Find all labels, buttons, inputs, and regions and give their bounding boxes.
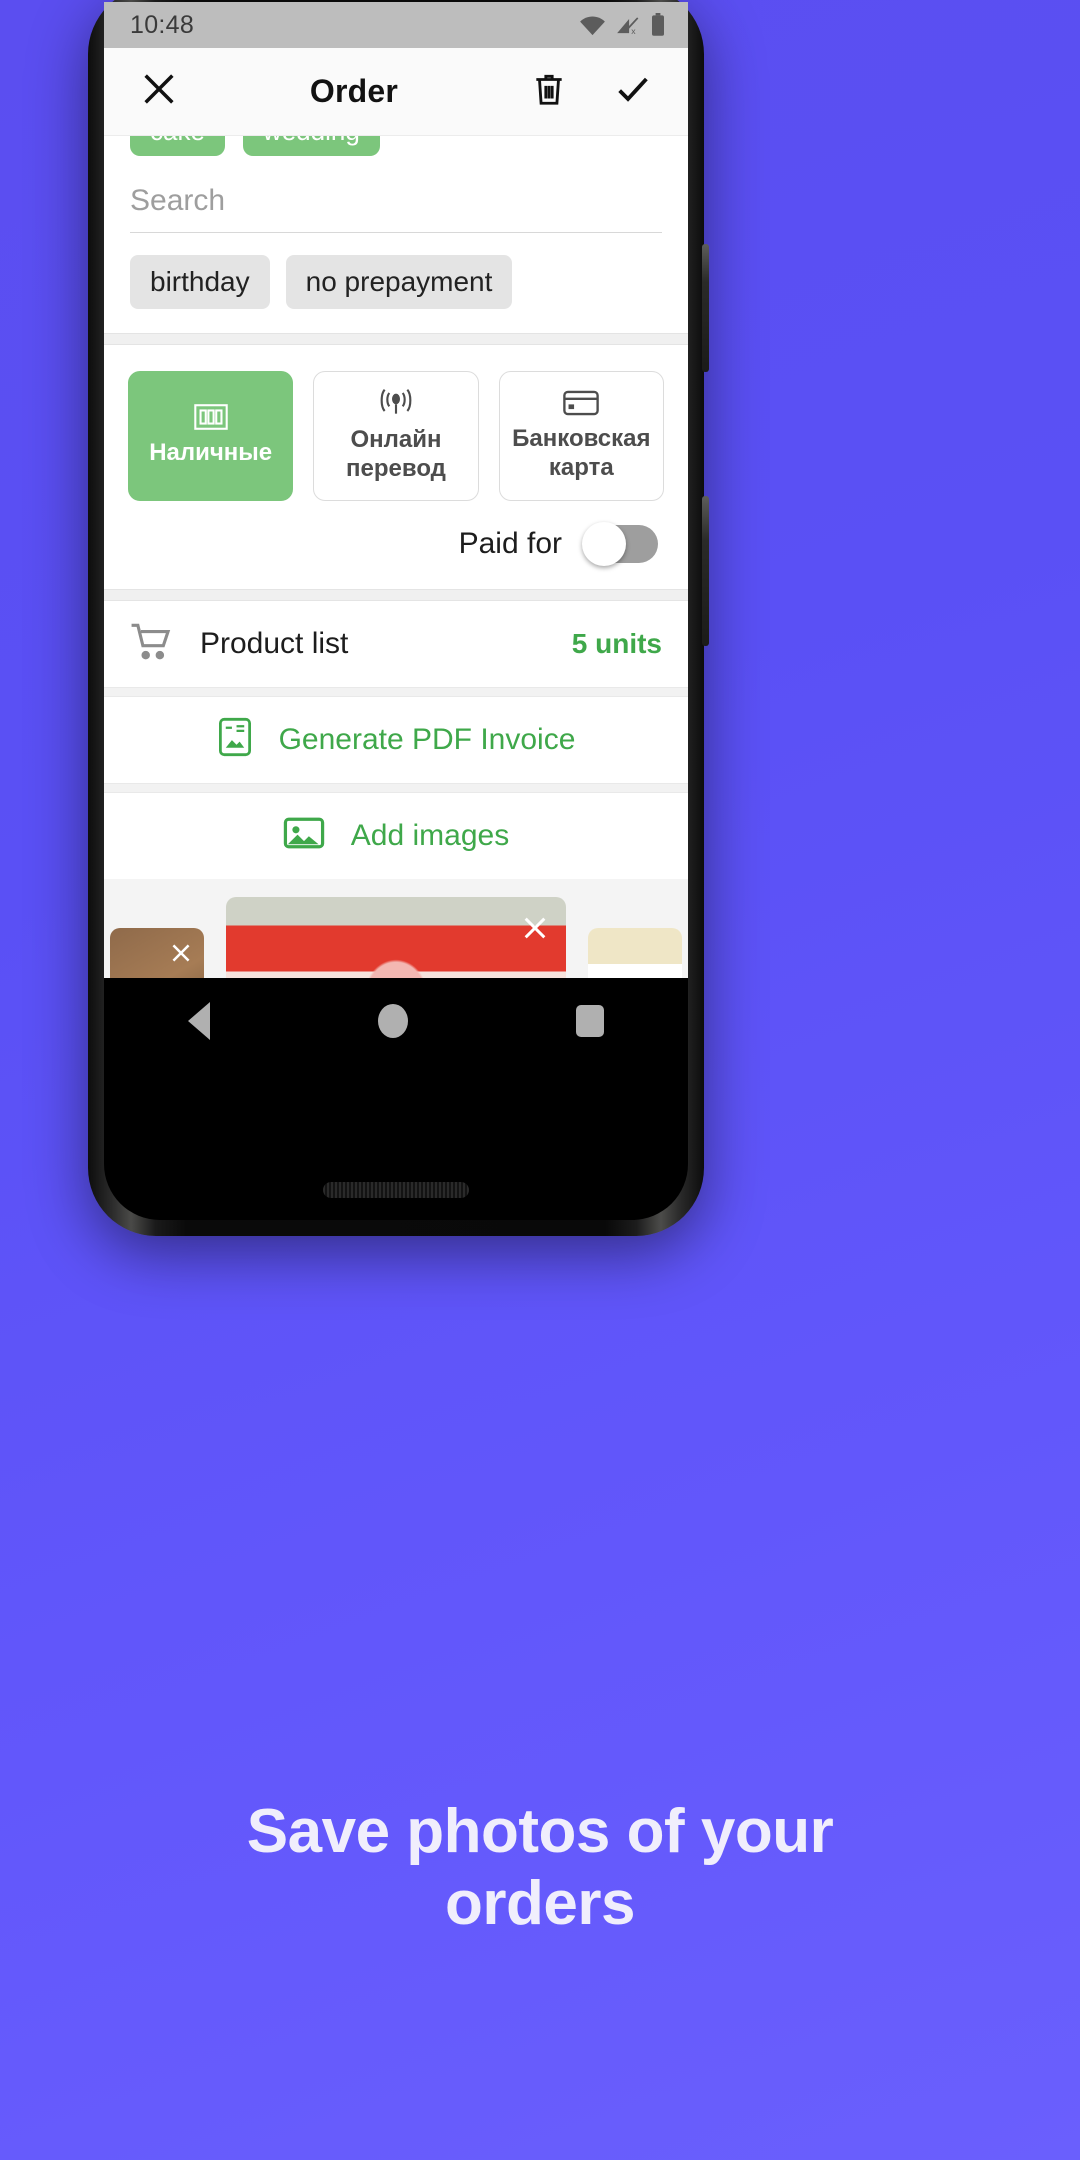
search-input[interactable] (130, 174, 662, 233)
payment-method-online-transfer-label: Онлайн перевод (346, 426, 446, 482)
app-bar-actions (520, 69, 662, 114)
trash-icon (530, 70, 568, 113)
wifi-icon (579, 15, 606, 36)
selected-tags: cake wedding (104, 136, 688, 158)
promo-caption: Save photos of your orders (0, 1796, 1080, 1940)
app-screen: 10:48 x Order Search birthday no prepaym… (104, 2, 688, 1064)
back-triangle-icon[interactable] (188, 1002, 210, 1040)
volume-button[interactable] (702, 496, 709, 646)
cellular-no-signal-icon: x (615, 15, 641, 36)
payment-method-bank-card[interactable]: Банковская карта (498, 370, 664, 501)
toggle-knob (582, 521, 626, 566)
payment-method-cash[interactable]: Наличные (128, 370, 294, 501)
page-title: Order (309, 73, 399, 109)
close-button[interactable] (130, 69, 188, 114)
power-button[interactable] (702, 244, 709, 372)
tag-chip-wedding[interactable]: wedding (242, 136, 380, 156)
product-list-row[interactable]: Product list 5 units (104, 600, 688, 687)
svg-text:x: x (631, 26, 636, 36)
promo-line-2: orders (445, 1868, 635, 1938)
section-divider (104, 332, 688, 345)
credit-card-icon (563, 389, 600, 417)
image-icon (283, 815, 325, 856)
confirm-button[interactable] (604, 69, 662, 114)
app-bar: Order (104, 48, 688, 136)
paid-for-row: Paid for (104, 511, 688, 589)
android-nav-bar (104, 978, 688, 1064)
payment-method-bank-card-label: Банковская карта (512, 425, 651, 481)
status-bar: 10:48 x (104, 2, 688, 48)
generate-pdf-invoice-row[interactable]: Generate PDF Invoice (104, 696, 688, 783)
status-time: 10:48 (130, 10, 195, 39)
tag-search-wrapper (104, 158, 688, 233)
paid-for-toggle[interactable] (582, 521, 658, 566)
remove-image-button-1[interactable] (162, 934, 200, 972)
payment-method-cash-label: Наличные (149, 439, 273, 467)
bottom-speaker-grille (323, 1182, 469, 1198)
row-separator-1 (104, 686, 688, 697)
delete-button[interactable] (520, 69, 578, 114)
shopping-cart-icon (130, 622, 174, 665)
generate-pdf-invoice-label: Generate PDF Invoice (278, 722, 576, 756)
remove-image-button-2[interactable] (512, 905, 558, 951)
row-separator-2 (104, 782, 688, 793)
tag-suggestion-birthday[interactable]: birthday (130, 255, 270, 309)
payment-method-group: Наличные Онлайн перевод Банковская карта (104, 345, 688, 511)
add-images-row[interactable]: Add images (104, 792, 688, 879)
tag-suggestion-no-prepayment[interactable]: no prepayment (285, 255, 513, 309)
check-icon (613, 69, 653, 114)
add-images-label: Add images (350, 818, 510, 852)
battery-icon (650, 13, 666, 37)
paid-for-label: Paid for (458, 526, 562, 560)
close-icon (139, 69, 179, 114)
product-list-label: Product list (200, 626, 349, 660)
contactless-icon (376, 388, 416, 418)
promo-line-1: Save photos of your (246, 1797, 834, 1866)
order-form: cake wedding birthday no prepayment (104, 136, 688, 1064)
tag-suggestions: birthday no prepayment (104, 233, 688, 333)
banknote-icon (193, 403, 228, 431)
pdf-invoice-icon (217, 717, 253, 762)
recents-square-icon[interactable] (576, 1005, 604, 1037)
home-circle-icon[interactable] (378, 1004, 408, 1038)
section-divider-2 (104, 588, 688, 601)
payment-method-online-transfer[interactable]: Онлайн перевод (313, 370, 479, 501)
product-list-count: 5 units (571, 627, 662, 659)
status-icons: x (579, 13, 666, 37)
tag-chip-cake[interactable]: cake (130, 136, 225, 156)
